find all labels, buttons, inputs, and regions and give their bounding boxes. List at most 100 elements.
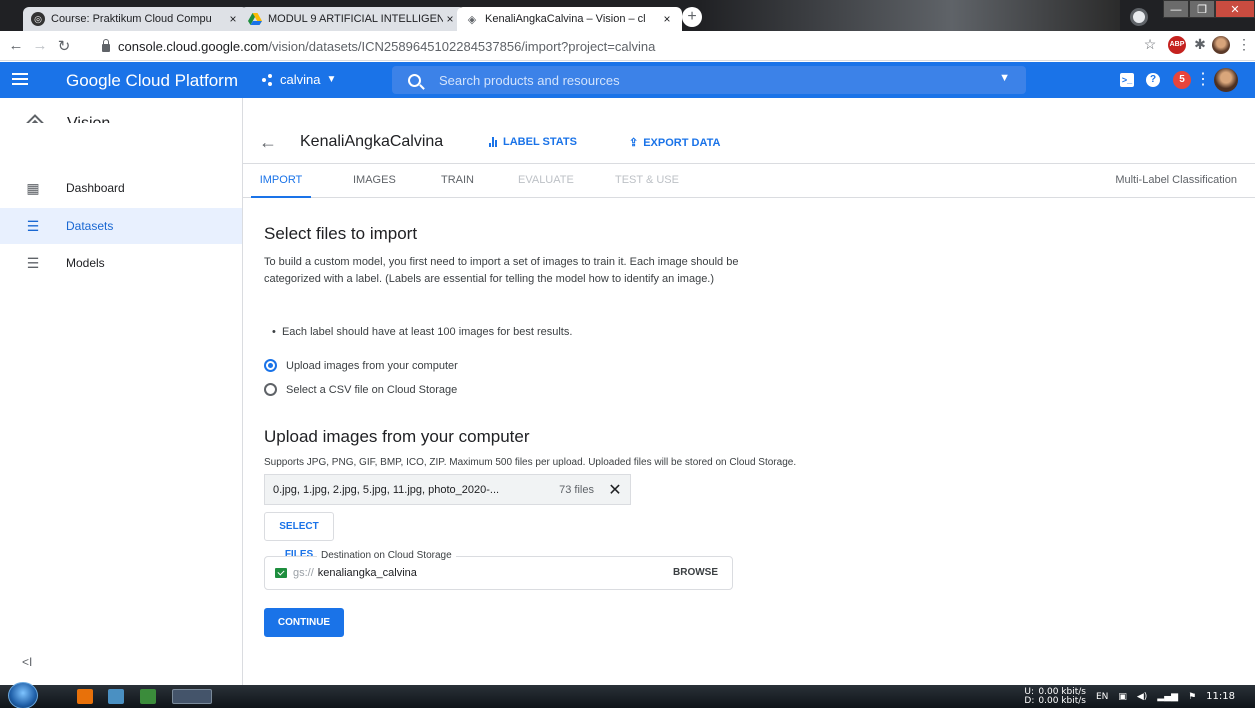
extensions-puzzle-icon[interactable]: ✱ <box>1190 36 1210 56</box>
search-expand-chevron-icon[interactable]: ▼ <box>999 72 1010 84</box>
content-header <box>243 98 1255 164</box>
browser-profile-icon[interactable] <box>1130 8 1148 26</box>
reload-icon[interactable]: ↻ <box>52 37 76 55</box>
tab-train[interactable]: TRAIN <box>441 164 474 198</box>
close-tab-icon[interactable]: × <box>226 12 240 26</box>
browser-tab-vision[interactable]: ◈ KenaliAngkaCalvina – Vision – cl × <box>457 7 682 31</box>
radio-unchecked-icon[interactable] <box>264 383 277 396</box>
dataset-tabs: IMPORT IMAGES TRAIN EVALUATE TEST & USE … <box>243 164 1255 198</box>
export-upload-icon: ⇪ <box>629 137 639 149</box>
browse-button[interactable]: BROWSE <box>673 567 718 578</box>
export-data-button[interactable]: ⇪ EXPORT DATA <box>629 136 720 150</box>
account-avatar[interactable] <box>1214 68 1238 92</box>
selected-files-chip: 0.jpg, 1.jpg, 2.jpg, 5.jpg, 11.jpg, phot… <box>264 474 631 505</box>
hamburger-menu-icon[interactable] <box>12 70 28 90</box>
gcp-more-menu-icon[interactable]: ⋮ <box>1194 71 1212 89</box>
radio-label: Upload images from your computer <box>286 359 458 372</box>
destination-field[interactable]: Destination on Cloud Storage gs:// kenal… <box>264 550 733 590</box>
file-names: 0.jpg, 1.jpg, 2.jpg, 5.jpg, 11.jpg, phot… <box>273 483 500 496</box>
tip-bullet: • Each label should have at least 100 im… <box>272 326 573 338</box>
help-icon[interactable]: ? <box>1146 73 1160 87</box>
radio-csv-storage[interactable]: Select a CSV file on Cloud Storage <box>264 383 457 396</box>
chrome-taskbar-icon[interactable] <box>172 689 212 704</box>
project-name: calvina <box>280 72 321 87</box>
search-bar[interactable]: Search products and resources ▼ <box>392 66 1026 94</box>
destination-value: gs:// kenaliangka_calvina <box>275 567 417 579</box>
tab-images[interactable]: IMAGES <box>353 164 396 198</box>
cloud-shell-icon[interactable]: >_ <box>1120 73 1134 87</box>
radio-label: Select a CSV file on Cloud Storage <box>286 383 458 396</box>
tray-app-icon[interactable]: ▣ <box>1118 692 1127 702</box>
upload-section-title: Upload images from your computer <box>264 427 530 446</box>
tab-evaluate[interactable]: EVALUATE <box>518 164 574 198</box>
back-arrow-icon[interactable]: ← <box>4 37 28 54</box>
browser-avatar[interactable] <box>1212 36 1230 54</box>
clear-files-icon[interactable]: ✕ <box>608 480 622 500</box>
lock-icon <box>102 39 110 52</box>
action-center-flag-icon[interactable]: ⚑ <box>1188 692 1196 702</box>
import-description: To build a custom model, you first need … <box>264 256 739 285</box>
network-speed: 0.00 kbit/s 0.00 kbit/s <box>1038 687 1086 706</box>
sidebar-item-label: Dashboard <box>66 181 125 195</box>
extension-badge-icon[interactable]: ABP <box>1168 36 1186 54</box>
browser-menu-icon[interactable]: ⋮ <box>1234 36 1254 56</box>
volume-icon[interactable]: ◀) <box>1137 692 1147 702</box>
close-tab-icon[interactable]: × <box>443 12 457 26</box>
section-title: Select files to import <box>264 224 418 243</box>
gs-prefix: gs:// <box>293 567 314 579</box>
url-field[interactable]: console.cloud.google.com/vision/datasets… <box>102 35 1102 57</box>
minimize-icon[interactable]: — <box>1163 0 1189 18</box>
continue-button[interactable]: CONTINUE <box>264 608 344 637</box>
tip-text: Each label should have at least 100 imag… <box>281 326 573 338</box>
app-icon[interactable] <box>140 689 156 704</box>
tab-test-use[interactable]: TEST & USE <box>615 164 679 198</box>
net-down-value: 0.00 kbit/s <box>1038 695 1086 706</box>
destination-label: Destination on Cloud Storage <box>317 550 456 561</box>
url-host: console.cloud.google.com <box>118 38 269 54</box>
language-indicator[interactable]: EN <box>1096 692 1108 702</box>
restore-icon[interactable]: ❐ <box>1189 0 1215 18</box>
tab-title: MODUL 9 ARTIFICIAL INTELLIGEN <box>268 13 443 25</box>
media-player-icon[interactable] <box>77 689 93 704</box>
sidebar-item-models[interactable]: ☰ Models <box>0 245 242 281</box>
browser-tab-modul[interactable]: MODUL 9 ARTIFICIAL INTELLIGEN × <box>240 7 465 31</box>
sidebar-item-dashboard[interactable]: ▦ Dashboard <box>0 170 242 206</box>
radio-checked-icon[interactable] <box>264 359 277 372</box>
browser-tab-course[interactable]: ◎ Course: Praktikum Cloud Compu × <box>23 7 248 31</box>
upload-help-text: Supports JPG, PNG, GIF, BMP, ICO, ZIP. M… <box>264 457 797 468</box>
url-path: /vision/datasets/ICN2589645102284537856/… <box>268 38 656 54</box>
new-tab-button[interactable]: + <box>682 7 702 27</box>
label-stats-button[interactable]: LABEL STATS <box>489 136 577 148</box>
search-input[interactable]: Search products and resources <box>439 73 620 88</box>
start-button-icon[interactable] <box>8 682 38 708</box>
radio-upload-local[interactable]: Upload images from your computer <box>264 359 458 372</box>
bookmark-star-icon[interactable]: ☆ <box>1140 36 1160 56</box>
window-controls: — ❐ ✕ <box>1163 0 1255 22</box>
bucket-name: kenaliangka_calvina <box>317 567 417 579</box>
notifications-badge[interactable]: 5 <box>1173 71 1191 89</box>
gcp-brand[interactable]: Google Cloud Platform <box>66 71 238 91</box>
bucket-folder-icon <box>275 568 287 578</box>
window-close-icon[interactable]: ✕ <box>1215 0 1255 18</box>
chevron-down-icon: ▼ <box>326 74 337 85</box>
collapse-sidebar-button[interactable]: <I <box>22 655 32 669</box>
project-selector[interactable]: calvina ▼ <box>262 72 336 87</box>
signal-icon[interactable]: ▂▄▆ <box>1157 692 1178 702</box>
tab-import[interactable]: IMPORT <box>251 164 311 198</box>
system-tray: U: D: 0.00 kbit/s 0.00 kbit/s EN ▣ ◀) ▂▄… <box>1024 685 1255 708</box>
search-icon <box>408 73 421 87</box>
address-bar: ← → ↻ console.cloud.google.com/vision/da… <box>0 31 1255 61</box>
clock[interactable]: 11:18 <box>1206 691 1235 702</box>
list-icon: ☰ <box>26 254 40 271</box>
file-explorer-icon[interactable] <box>108 689 124 704</box>
close-tab-icon[interactable]: × <box>660 12 674 26</box>
moodle-favicon-icon: ◎ <box>31 12 45 26</box>
forward-arrow-icon[interactable]: → <box>28 37 52 54</box>
back-arrow-icon[interactable]: ← <box>259 132 277 153</box>
net-down-label: D: <box>1024 695 1035 706</box>
dashboard-icon: ▦ <box>26 179 40 196</box>
google-drive-icon <box>248 12 262 26</box>
select-files-button[interactable]: SELECT FILES <box>264 512 334 560</box>
sidebar-item-datasets[interactable]: ☰ Datasets <box>0 208 242 244</box>
tabstrip-background <box>700 0 1120 31</box>
